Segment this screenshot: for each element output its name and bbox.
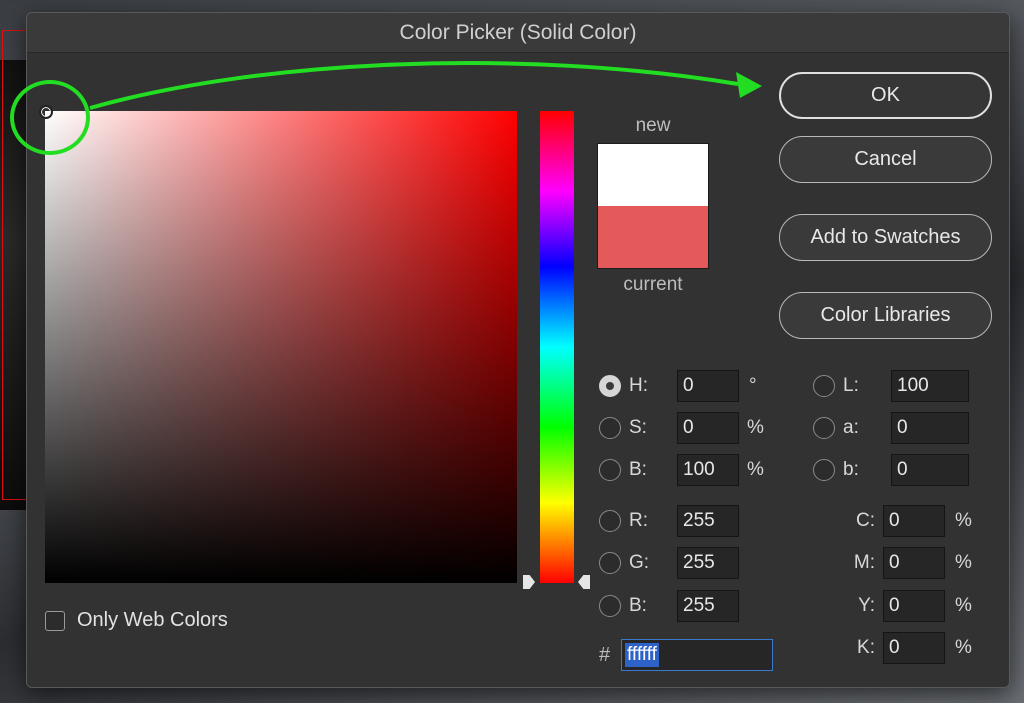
annotation-arrow-icon (89, 61, 762, 110)
